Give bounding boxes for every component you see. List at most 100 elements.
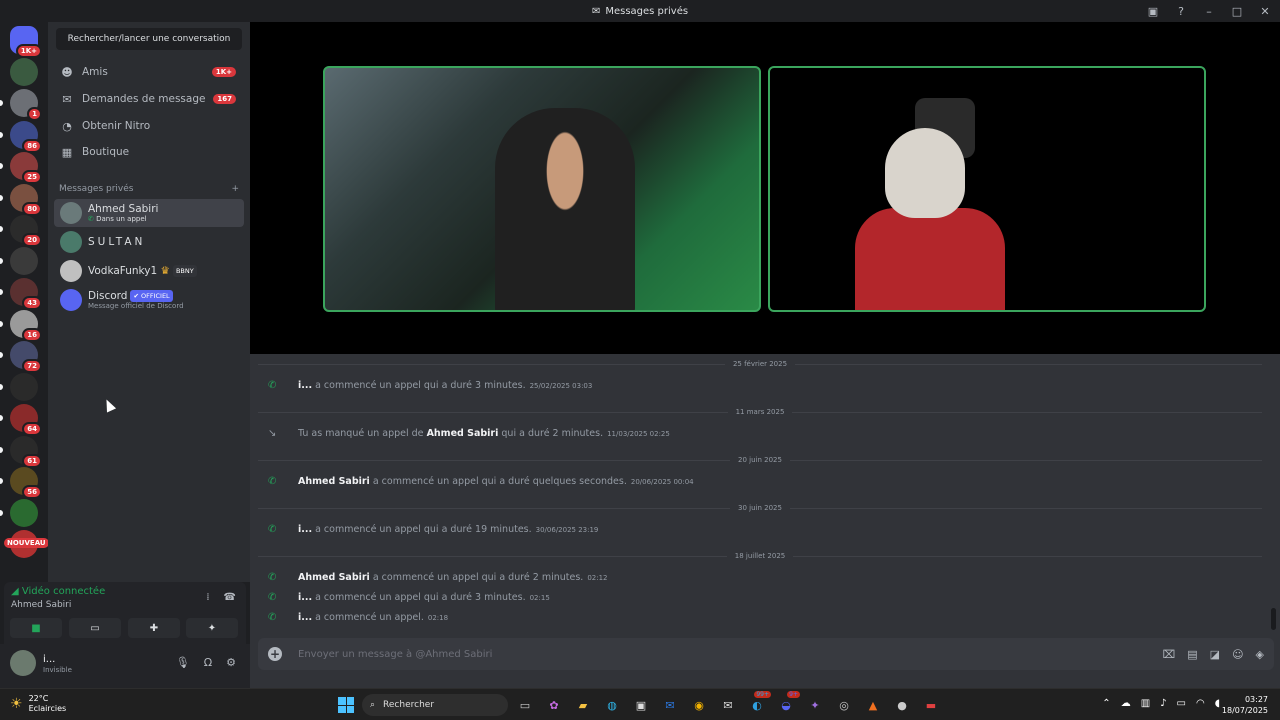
obs-icon[interactable]: ◎ — [833, 694, 855, 716]
server-icon[interactable]: 61 — [10, 435, 42, 468]
clock[interactable]: 03:27 18/07/2025 — [1222, 694, 1268, 716]
dm-icon: ✉ — [591, 5, 601, 17]
message-author[interactable]: i... — [298, 612, 312, 623]
message-author[interactable]: i... — [298, 592, 312, 603]
help-icon[interactable]: ? — [1174, 5, 1188, 18]
dm-item-sultan[interactable]: SULTAN — [54, 228, 244, 256]
avatar[interactable] — [10, 650, 36, 676]
chevron-up-icon[interactable]: ⌃ — [1102, 698, 1110, 709]
discord-icon[interactable]: ◒ 9+ — [775, 691, 800, 716]
add-dm-button[interactable]: + — [231, 184, 239, 194]
volume-icon[interactable]: ◖ — [1215, 698, 1220, 709]
screen-share-button[interactable]: ▭ — [69, 618, 121, 638]
inbox-icon[interactable]: ▣ — [1146, 5, 1160, 18]
microphone-icon[interactable]: 🎙︎ — [176, 656, 190, 669]
server-icon[interactable]: 72 — [10, 341, 42, 373]
mic-tray-icon[interactable]: ♪ — [1160, 698, 1166, 709]
game-controller-icon[interactable]: ✦ — [804, 694, 826, 716]
message-input[interactable]: Envoyer un message à @Ahmed Sabiri — [298, 649, 1163, 660]
nav-shop[interactable]: ▦ Boutique — [54, 140, 244, 164]
unread-indicator — [0, 257, 3, 264]
server-icon[interactable] — [10, 246, 38, 275]
nav-nitro-label: Obtenir Nitro — [82, 120, 151, 132]
mail-icon: ✉ — [62, 92, 72, 106]
server-icon[interactable]: 25 — [10, 152, 42, 184]
app-a-icon[interactable]: ▲ — [862, 694, 884, 716]
message-author[interactable]: Ahmed Sabiri — [298, 572, 370, 583]
disconnect-icon[interactable]: ☎ — [224, 592, 236, 603]
discord-home-icon[interactable]: 1K+ — [10, 26, 42, 58]
windows-start-icon[interactable] — [338, 697, 354, 713]
video-tile-self[interactable] — [768, 66, 1206, 312]
copilot-icon[interactable]: ✿ — [543, 694, 565, 716]
video-tile-remote[interactable] — [323, 66, 761, 312]
file-explorer-icon[interactable]: ▰ — [572, 694, 594, 716]
search-conversation-button[interactable]: Rechercher/lancer une conversation — [56, 28, 242, 50]
noise-suppression-icon[interactable]: ⁞ — [206, 592, 209, 603]
edge-icon[interactable]: ◍ — [601, 694, 623, 716]
sticker-icon[interactable]: ◪ — [1210, 648, 1220, 661]
nav-message-requests[interactable]: ✉ Demandes de message 167 — [54, 87, 244, 111]
message-author[interactable]: i... — [298, 380, 312, 391]
maximize-icon[interactable]: □ — [1230, 5, 1244, 18]
server-icon[interactable] — [10, 372, 38, 401]
message-author[interactable]: Ahmed Sabiri — [427, 428, 499, 439]
server-icon[interactable]: 64 — [10, 404, 42, 436]
add-attachment-icon[interactable]: + — [268, 647, 282, 661]
message-author[interactable]: Ahmed Sabiri — [298, 476, 370, 487]
unread-badge: 86 — [22, 138, 42, 153]
activities-button[interactable]: ✚ — [128, 618, 180, 638]
wifi-icon[interactable]: ◠ — [1196, 698, 1205, 709]
new-badge[interactable]: NOUVEAU — [4, 538, 49, 548]
display-icon[interactable]: ▭ — [1177, 698, 1186, 709]
server-icon[interactable]: 16 — [10, 309, 42, 342]
outlook-icon[interactable]: ✉ — [659, 694, 681, 716]
server-icon[interactable]: 86 — [10, 120, 42, 153]
taskbar-search[interactable]: ⌕ Rechercher — [362, 694, 508, 716]
apps-icon[interactable]: ◈ — [1256, 648, 1264, 661]
server-icon[interactable]: 43 — [10, 278, 42, 310]
message-author[interactable]: i... — [298, 524, 312, 535]
server-icon[interactable]: 56 — [10, 467, 42, 499]
dm-item-discord[interactable]: Discord ✔ OFFICIEL Message officiel de Di… — [54, 286, 244, 314]
voice-channel: Ahmed Sabiri — [11, 600, 72, 610]
gift-icon[interactable]: ⌧ — [1163, 648, 1176, 661]
weather-widget[interactable]: ☀ 22°C Eclaircies — [10, 694, 66, 714]
dm-item-ahmed[interactable]: Ahmed Sabiri ✆ Dans un appel — [54, 199, 244, 227]
settings-gear-icon[interactable]: ⚙ — [226, 656, 236, 669]
friends-icon: ☻ — [61, 65, 73, 79]
emoji-icon[interactable]: ☺ — [1232, 648, 1243, 661]
crown-icon: ♛ — [160, 265, 170, 277]
chrome-icon[interactable]: ◉ — [688, 694, 710, 716]
store-icon[interactable]: ▣ — [630, 694, 652, 716]
chat-scrollbar[interactable] — [1271, 608, 1276, 630]
soundboard-button[interactable]: ✦ — [186, 618, 238, 638]
cloud-icon[interactable]: ☁ — [1121, 698, 1131, 709]
messenger-icon[interactable]: ◐ 99+ — [746, 691, 771, 716]
dm-item-vodkafunky[interactable]: VodkaFunky1 ♛ BBNY — [54, 257, 244, 285]
camera-button[interactable]: ■ — [10, 618, 62, 638]
gif-icon[interactable]: ▤ — [1187, 648, 1197, 661]
missed-call-message: ↘ Tu as manqué un appel de Ahmed Sabiri q… — [268, 428, 670, 439]
video-editor-icon[interactable]: ▬ — [920, 694, 942, 716]
server-icon[interactable]: 20 — [10, 215, 42, 247]
weather-sun-icon: ☀ — [10, 696, 23, 712]
server-icon[interactable] — [10, 498, 38, 527]
nav-nitro[interactable]: ◔ Obtenir Nitro — [54, 114, 244, 138]
headphones-icon[interactable]: Ω — [204, 656, 212, 669]
server-icon[interactable]: 1 — [10, 89, 42, 121]
server-icon[interactable] — [10, 57, 38, 86]
date-divider: 11 mars 2025 — [250, 406, 1270, 418]
mail-icon[interactable]: ✉ — [717, 694, 739, 716]
server-icon[interactable]: 80 — [10, 183, 42, 216]
phone-icon: ✆ — [88, 214, 97, 223]
network-icon[interactable]: ▥ — [1141, 698, 1150, 709]
minimize-icon[interactable]: – — [1202, 5, 1216, 18]
phone-icon: ✆ — [268, 476, 277, 487]
close-icon[interactable]: ✕ — [1258, 5, 1272, 18]
dm-header-label: Messages privés — [59, 184, 134, 194]
app-dark-icon[interactable]: ● — [891, 694, 913, 716]
task-view-icon[interactable]: ▭ — [514, 694, 536, 716]
nav-friends[interactable]: ☻ Amis 1K+ — [54, 60, 244, 84]
missed-call-icon: ↘ — [268, 428, 277, 439]
